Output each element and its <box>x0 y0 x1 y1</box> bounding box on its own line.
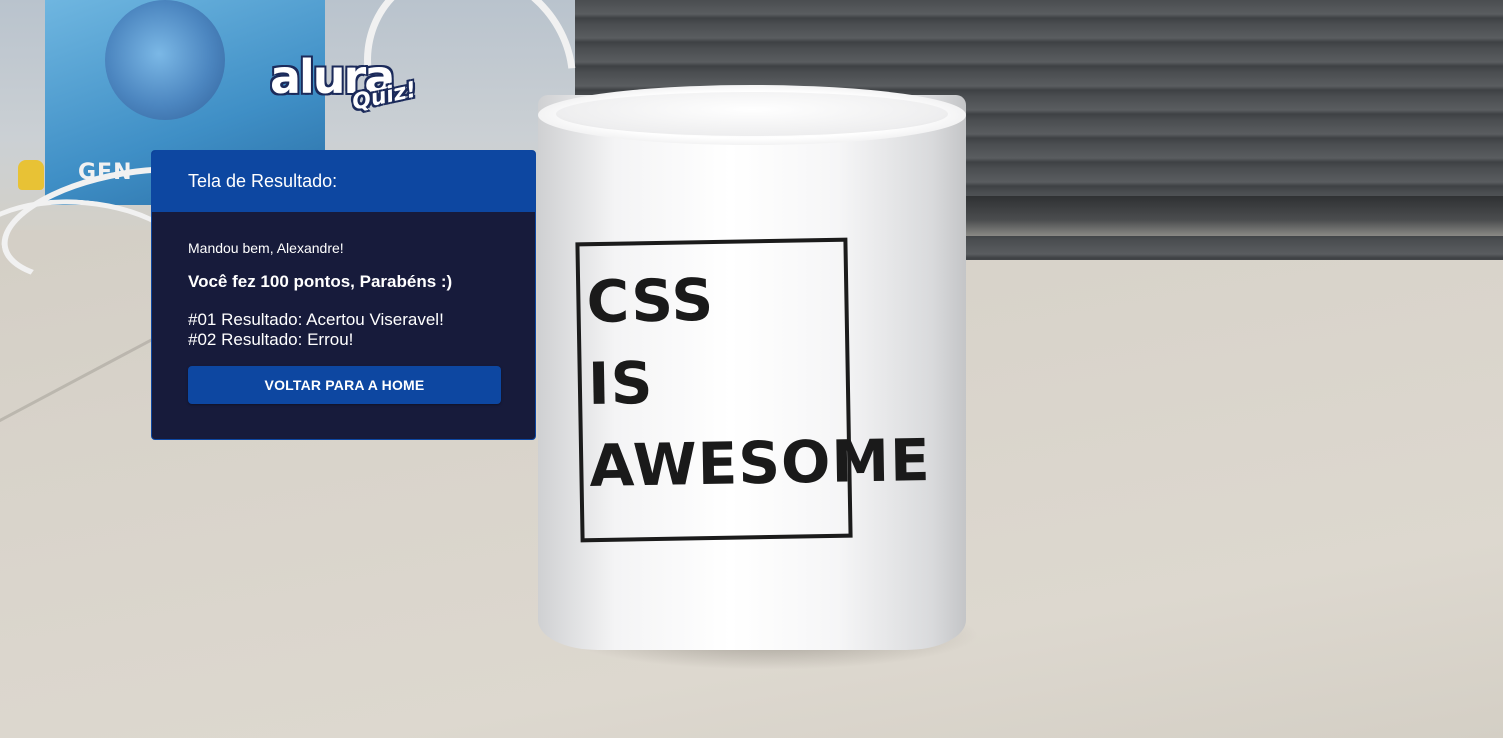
score-text: Você fez 100 pontos, Parabéns :) <box>188 272 453 291</box>
result-item: #01 Resultado: Acertou Viseravel! <box>188 310 444 329</box>
mug-inner <box>556 92 948 136</box>
mug-print-line: CSS <box>586 265 715 336</box>
toy-figure <box>18 160 44 190</box>
mug-print-line: IS <box>587 348 654 418</box>
result-item: #02 Resultado: Errou! <box>188 330 354 349</box>
result-card: Tela de Resultado: Mandou bem, Alexandre… <box>151 150 536 440</box>
result-card-body: Mandou bem, Alexandre! Você fez 100 pont… <box>152 212 535 404</box>
back-home-button[interactable]: VOLTAR PARA A HOME <box>188 366 501 404</box>
alura-quiz-logo: alura Quiz! <box>270 52 420 122</box>
result-card-title: Tela de Resultado: <box>188 171 338 191</box>
mug-print-text: CSS IS AWESOME <box>586 255 932 507</box>
result-card-header: Tela de Resultado: <box>152 151 535 212</box>
greeting-text: Mandou bem, Alexandre! <box>188 240 344 256</box>
results-list: #01 Resultado: Acertou Viseravel! #02 Re… <box>188 310 499 350</box>
mug-print-line: AWESOME <box>588 426 932 500</box>
toy-box-character <box>105 0 225 120</box>
